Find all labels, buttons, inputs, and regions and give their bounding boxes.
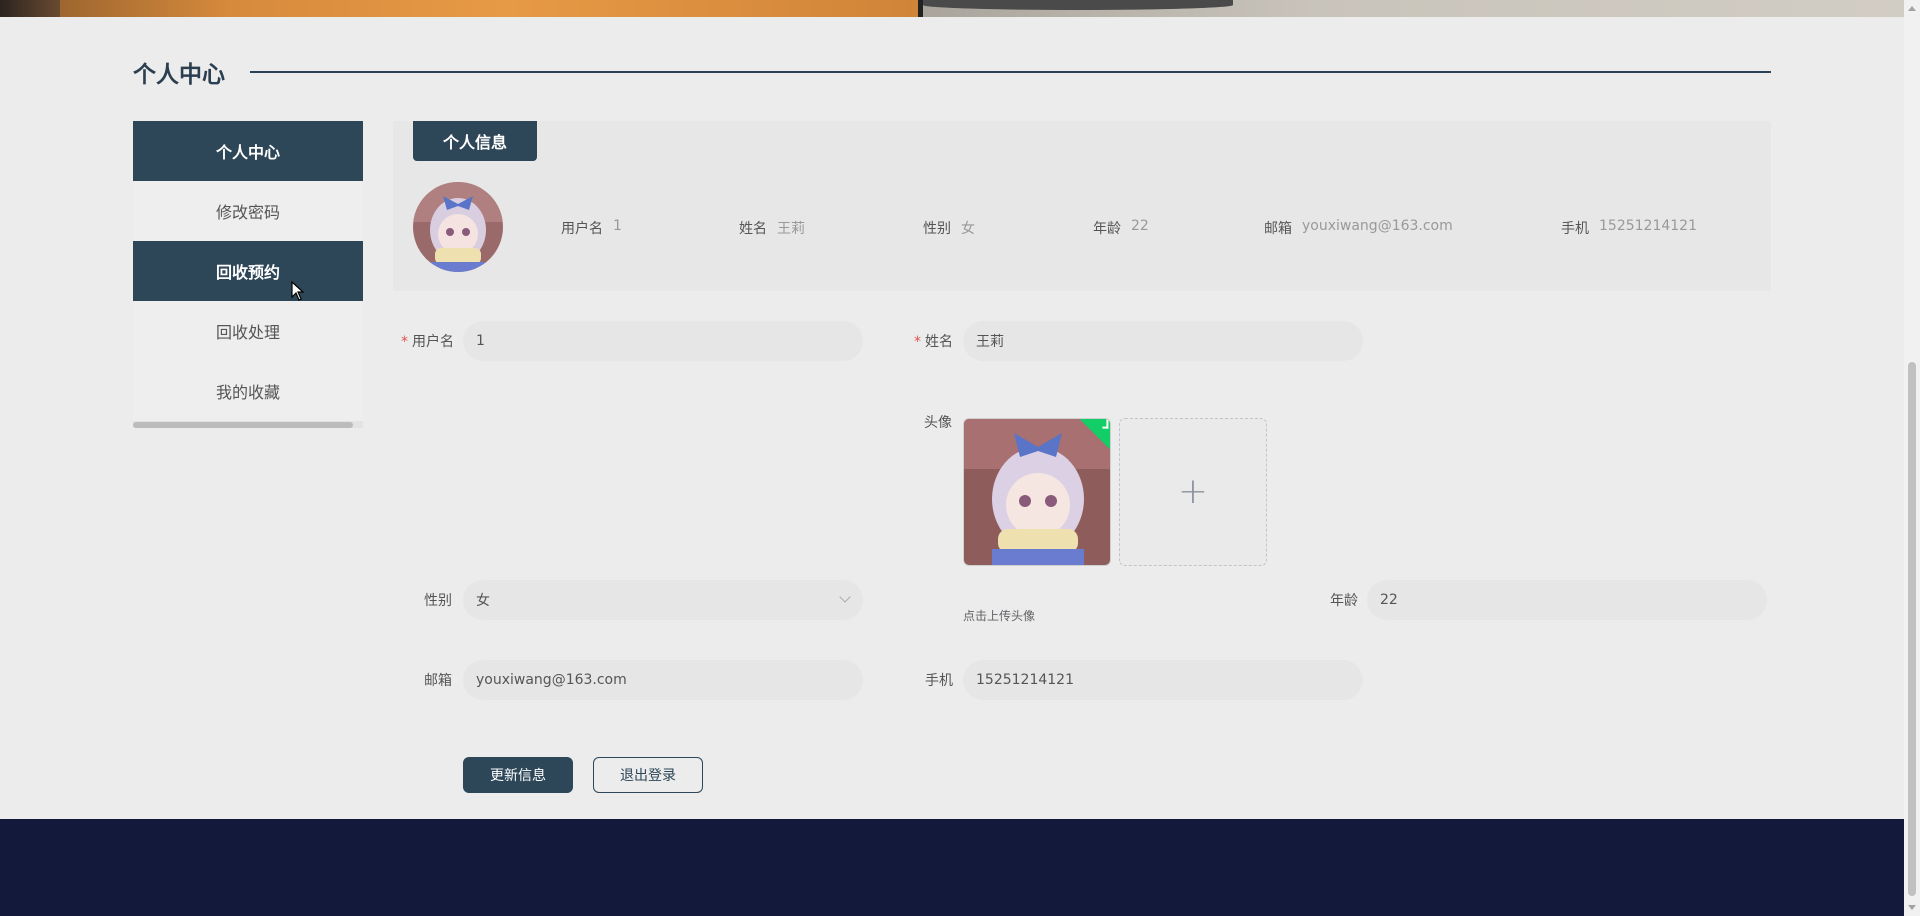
name-label: * 姓名	[914, 334, 953, 350]
info-gender: 性别 女	[923, 218, 975, 238]
age-field[interactable]: 22	[1367, 580, 1767, 620]
info-email-value: youxiwang@163.com	[1302, 218, 1453, 234]
info-phone-value: 15251214121	[1599, 218, 1697, 234]
banner-image-right	[923, 0, 1904, 17]
info-name-value: 王莉	[777, 221, 805, 237]
page-scrollbar-thumb[interactable]	[1908, 362, 1916, 896]
banner-image-left	[0, 0, 918, 17]
info-phone: 手机 15251214121	[1561, 218, 1697, 238]
sidebar-item-recycle-booking[interactable]: 回收预约	[133, 241, 363, 301]
plus-icon: +	[1177, 471, 1209, 512]
sidebar-scrollbar[interactable]	[133, 421, 363, 428]
info-username-key: 用户名	[561, 221, 603, 237]
gender-value: 女	[476, 593, 490, 609]
uploaded-avatar-image	[964, 419, 1110, 565]
info-age: 年龄 22	[1093, 218, 1149, 238]
phone-value: 15251214121	[976, 672, 1074, 688]
check-icon	[1102, 419, 1109, 429]
info-username: 用户名 1	[561, 218, 622, 238]
email-label: 邮箱	[424, 673, 452, 689]
info-name-key: 姓名	[739, 221, 767, 237]
sidebar-scrollbar-thumb[interactable]	[133, 422, 353, 428]
avatar-image	[413, 182, 503, 272]
page-title: 个人中心	[133, 62, 225, 88]
phone-field[interactable]: 15251214121	[963, 660, 1363, 700]
gender-label: 性别	[424, 593, 452, 609]
info-username-value: 1	[613, 218, 622, 234]
info-gender-value: 女	[961, 221, 975, 237]
username-field[interactable]: 1	[463, 321, 863, 361]
scroll-up-icon[interactable]	[1908, 6, 1916, 11]
title-divider	[250, 71, 1771, 73]
uploaded-avatar[interactable]	[963, 418, 1111, 566]
sidebar-item-favorites[interactable]: 我的收藏	[133, 361, 363, 421]
update-info-button[interactable]: 更新信息	[463, 757, 573, 793]
scroll-down-icon[interactable]	[1908, 905, 1916, 910]
email-value: youxiwang@163.com	[476, 672, 627, 688]
required-mark: *	[401, 334, 408, 350]
info-gender-key: 性别	[923, 221, 951, 237]
info-age-value: 22	[1131, 218, 1149, 234]
info-phone-key: 手机	[1561, 221, 1589, 237]
username-label: * 用户名	[401, 334, 454, 350]
name-field[interactable]: 王莉	[963, 321, 1363, 361]
sidebar-item-change-password[interactable]: 修改密码	[133, 181, 363, 241]
avatar	[413, 182, 503, 272]
section-header: 个人中心	[133, 55, 1771, 89]
required-mark: *	[914, 334, 921, 350]
top-banner	[0, 0, 1904, 17]
avatar-upload-button[interactable]: +	[1119, 418, 1267, 566]
logout-button[interactable]: 退出登录	[593, 757, 703, 793]
info-age-key: 年龄	[1093, 221, 1121, 237]
age-label: 年龄	[1330, 593, 1358, 609]
footer	[0, 819, 1904, 916]
sidebar: 个人中心 修改密码 回收预约 回收处理 我的收藏	[133, 121, 363, 428]
info-tab-label: 个人信息	[413, 121, 537, 161]
phone-label: 手机	[925, 673, 953, 689]
page-content: 个人中心 个人中心 修改密码 回收预约 回收处理 我的收藏 个人信息 用户名 1…	[0, 17, 1904, 819]
email-field[interactable]: youxiwang@163.com	[463, 660, 863, 700]
age-value: 22	[1380, 592, 1398, 608]
sidebar-item-recycle-processing[interactable]: 回收处理	[133, 301, 363, 361]
avatar-label: 头像	[924, 415, 952, 431]
info-name: 姓名 王莉	[739, 218, 805, 238]
upload-hint: 点击上传头像	[963, 609, 1036, 623]
chevron-down-icon	[839, 591, 851, 603]
username-value: 1	[476, 333, 485, 349]
page-scrollbar[interactable]	[1904, 0, 1920, 916]
name-value: 王莉	[976, 334, 1004, 350]
info-email-key: 邮箱	[1264, 221, 1292, 237]
info-email: 邮箱 youxiwang@163.com	[1264, 218, 1453, 238]
sidebar-item-profile[interactable]: 个人中心	[133, 121, 363, 181]
gender-select[interactable]: 女	[463, 580, 863, 620]
profile-info-card: 个人信息 用户名 1 姓名 王莉 性别 女 年龄 22 邮箱 youxiwang…	[393, 121, 1771, 291]
